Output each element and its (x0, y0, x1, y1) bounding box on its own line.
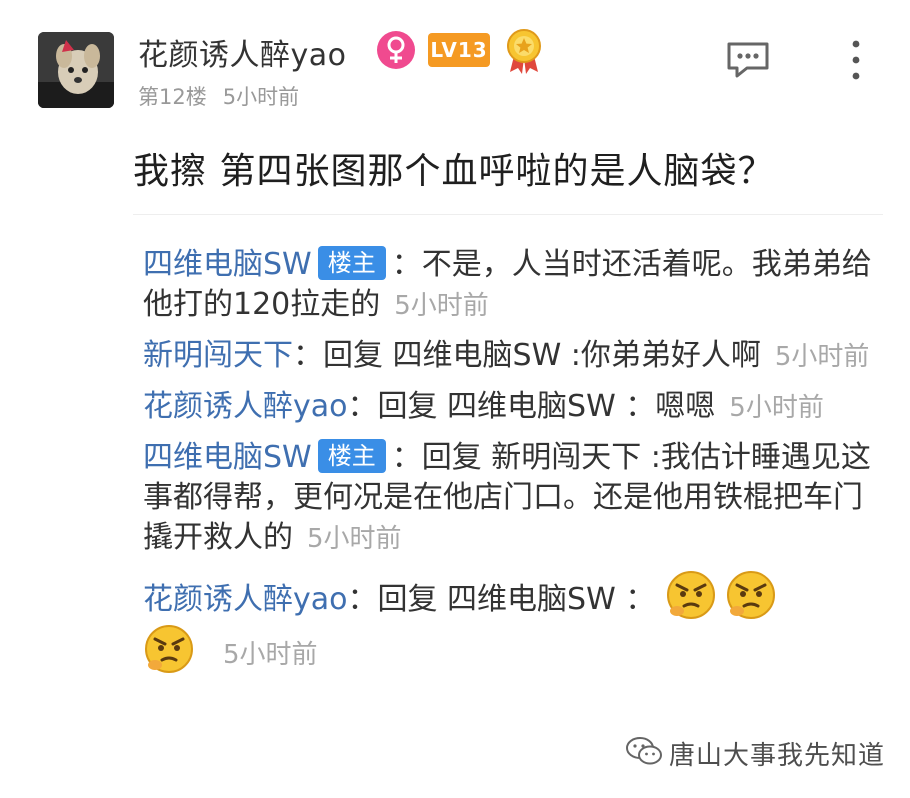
reply-time: 5小时前 (307, 524, 402, 554)
angry-thinking-emoji-icon (665, 569, 717, 621)
divider (133, 214, 883, 215)
thread-owner-badge: 楼主 (317, 439, 386, 473)
reply-author[interactable]: 花颜诱人醉yao (143, 582, 348, 617)
angry-thinking-emoji-icon (143, 623, 195, 675)
reply-time: 5小时前 (729, 393, 824, 423)
post-time: 5小时前 (222, 85, 300, 109)
female-gender-icon (377, 31, 415, 69)
reply-item[interactable]: 花颜诱人醉yao：回复 四维电脑SW ：嗯嗯 5小时前 (143, 387, 885, 428)
reply-text: ：回复 四维电脑SW ： (347, 582, 656, 617)
gold-medal-icon (504, 28, 544, 74)
reply-item[interactable]: 新明闯天下：回复 四维电脑SW :你弟弟好人啊 5小时前 (143, 336, 885, 377)
comment-post: 花颜诱人醉yao LV13 第12楼 5小时前 我擦 第四张图那个血呼啦的是人脑… (0, 0, 910, 798)
floor-info: 第12楼 5小时前 (138, 81, 299, 111)
reply-emoji-line: 5小时前 (143, 623, 885, 675)
reply-author[interactable]: 花颜诱人醉yao (143, 389, 348, 424)
reply-author[interactable]: 新明闯天下 (143, 338, 293, 373)
comment-reply-icon[interactable] (725, 40, 771, 80)
more-options-icon[interactable] (846, 38, 866, 82)
comment-text: 我擦 第四张图那个血呼啦的是人脑袋？ (133, 151, 775, 192)
reply-item[interactable]: 花颜诱人醉yao：回复 四维电脑SW ： 5小时前 (143, 569, 885, 675)
reply-time: 5小时前 (223, 640, 318, 670)
reply-item[interactable]: 四维电脑SW 楼主 ：回复 新明闯天下 :我估计睡遇见这事都得帮，更何况是在他店门口… (143, 438, 885, 559)
reply-text: ：回复 四维电脑SW :你弟弟好人啊 (293, 338, 761, 373)
floor-number: 第12楼 (138, 85, 207, 109)
reply-item[interactable]: 四维电脑SW 楼主 ：不是，人当时还活着呢。我弟弟给他打的120拉走的 5小时前 (143, 245, 885, 326)
thread-owner-badge: 楼主 (317, 246, 386, 280)
wechat-icon (625, 735, 663, 771)
reply-text: ：回复 四维电脑SW ：嗯嗯 (347, 389, 716, 424)
user-avatar[interactable] (38, 32, 114, 108)
watermark-text: 唐山大事我先知道 (669, 740, 886, 771)
reply-time: 5小时前 (774, 342, 870, 372)
watermark: 唐山大事我先知道 (625, 733, 885, 773)
angry-thinking-emoji-icon (725, 569, 777, 621)
level-badge: LV13 (428, 33, 490, 67)
reply-time: 5小时前 (394, 291, 489, 321)
username[interactable]: 花颜诱人醉yao (138, 30, 347, 74)
reply-author[interactable]: 四维电脑SW (143, 440, 312, 475)
reply-list: 四维电脑SW 楼主 ：不是，人当时还活着呢。我弟弟给他打的120拉走的 5小时前 新明… (143, 245, 885, 685)
reply-author[interactable]: 四维电脑SW (143, 247, 312, 282)
